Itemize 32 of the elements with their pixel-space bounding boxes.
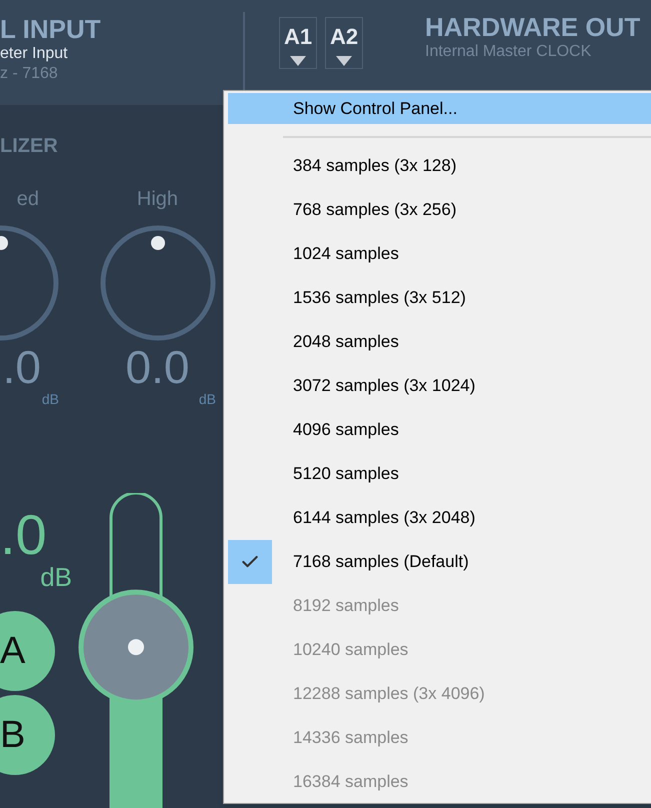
menu-item[interactable]: 6144 samples (3x 2048)	[228, 496, 651, 540]
bus-select-button[interactable]: A	[0, 611, 55, 691]
section-title: LIZER	[0, 134, 59, 159]
knob-value: 0.0	[124, 343, 190, 391]
dropdown-triangle-icon	[290, 56, 306, 66]
bus-select-button[interactable]: B	[0, 695, 55, 775]
bus-button[interactable]: A1	[279, 17, 317, 69]
unit-label: dB	[198, 391, 217, 407]
menu-item[interactable]: 768 samples (3x 256)	[228, 188, 651, 232]
menu-item[interactable]: 384 samples (3x 128)	[228, 144, 651, 188]
strip-info: z - 7168	[0, 64, 59, 84]
unit-label: dB	[40, 391, 60, 407]
knob-label: High	[136, 187, 180, 211]
output-title: HARDWARE OUT	[425, 12, 640, 42]
bus-button[interactable]: A2	[325, 17, 363, 69]
gain-unit: dB	[39, 563, 72, 591]
menu-item[interactable]: 1024 samples	[228, 232, 651, 276]
strip-title: L INPUT	[0, 14, 102, 44]
menu-item[interactable]: 1536 samples (3x 512)	[228, 276, 651, 320]
menu-item[interactable]: Show Control Panel...	[228, 93, 651, 124]
menu-item[interactable]: 3072 samples (3x 1024)	[228, 364, 651, 408]
menu-item[interactable]: 5120 samples	[228, 452, 651, 496]
menu-item[interactable]: 7168 samples (Default)	[228, 540, 651, 584]
menu-item[interactable]: 4096 samples	[228, 408, 651, 452]
menu-item[interactable]: 2048 samples	[228, 320, 651, 364]
knob-label: ed	[16, 187, 40, 211]
dropdown-triangle-icon	[336, 56, 352, 66]
knob-value: .0	[2, 343, 42, 391]
strip-subtitle: eter Input	[0, 44, 69, 64]
gain-value: .0	[0, 507, 48, 563]
knob-center-dot	[128, 639, 144, 656]
output-subtitle: Internal Master CLOCK	[425, 42, 592, 62]
